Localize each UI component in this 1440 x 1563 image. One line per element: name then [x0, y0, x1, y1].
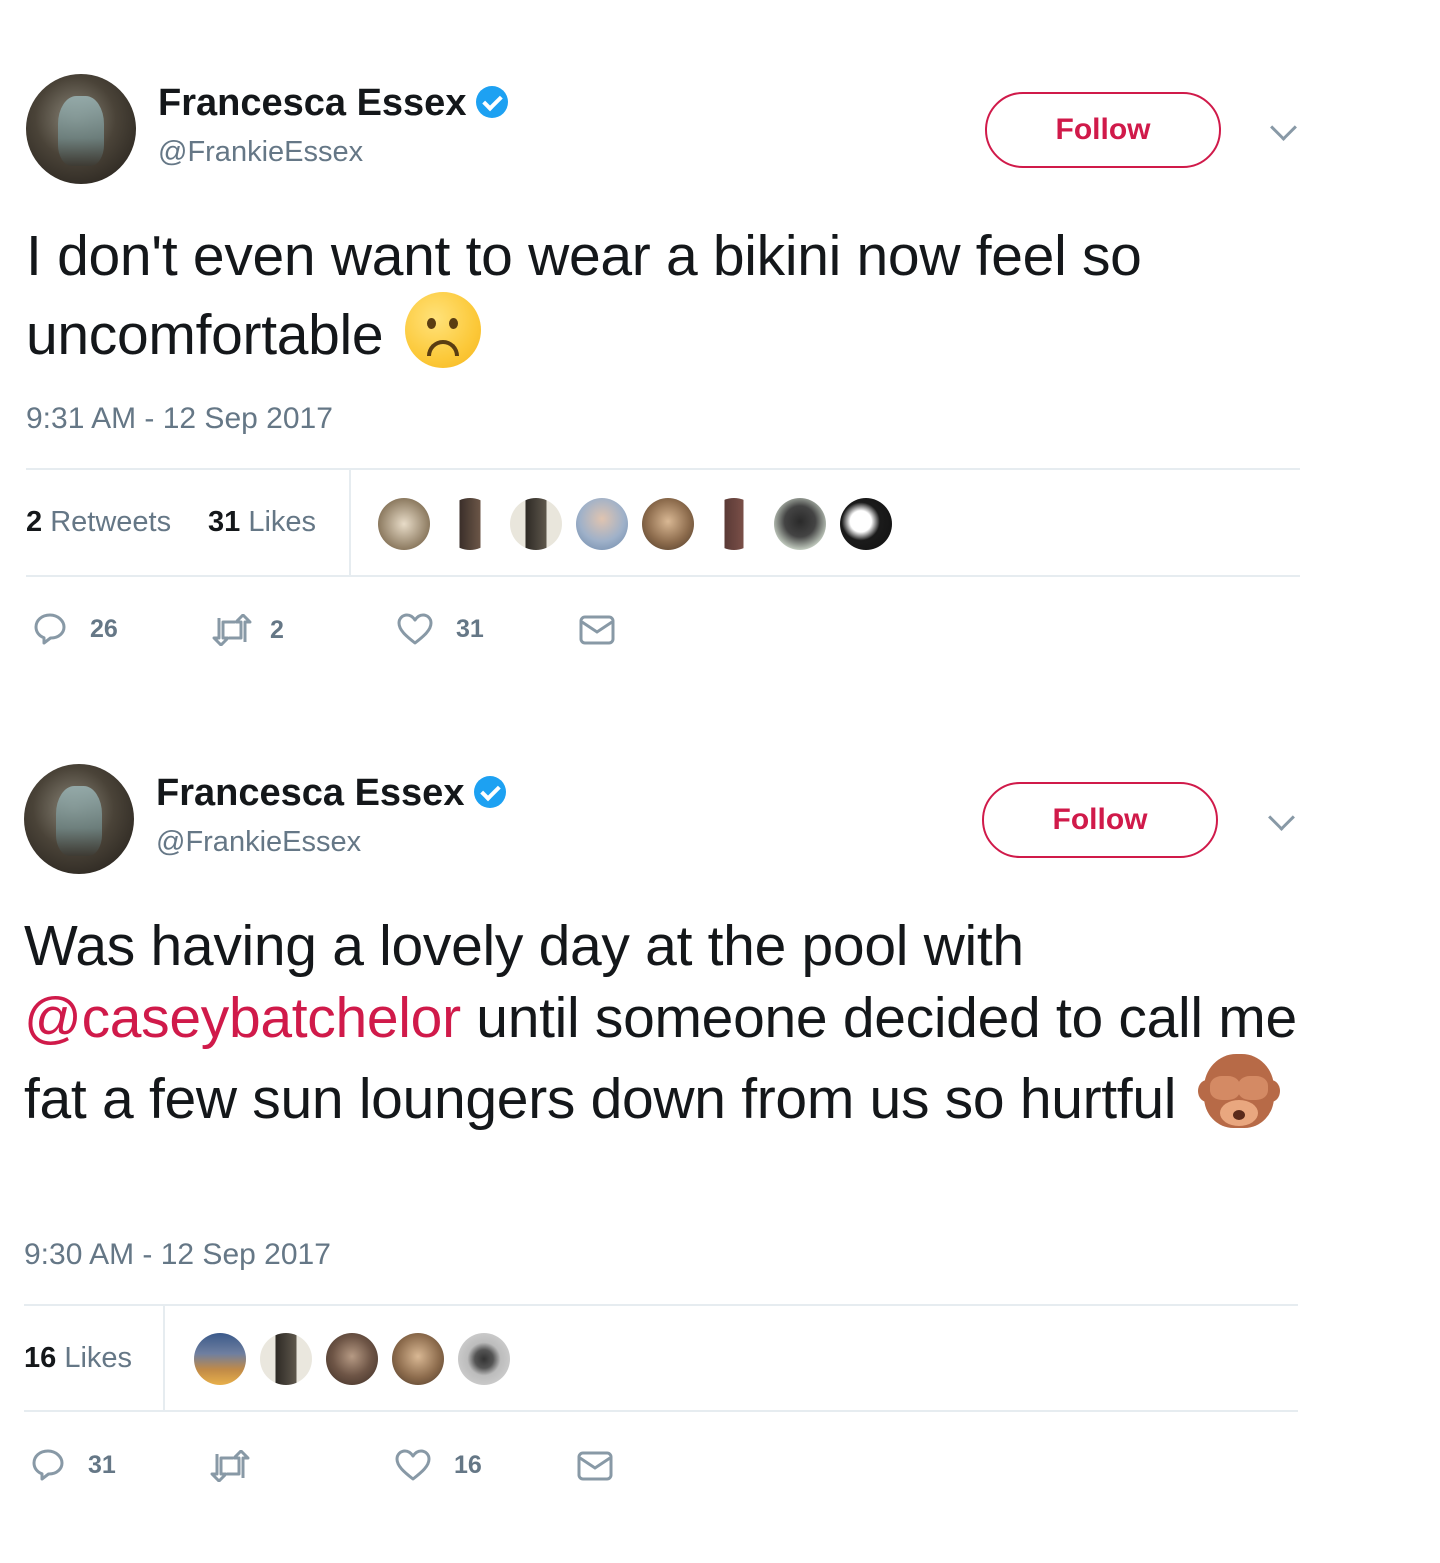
likes-stat[interactable]: 31 Likes	[208, 506, 316, 539]
tweet-text: I don't even want to wear a bikini now f…	[26, 220, 1316, 371]
divider	[24, 1410, 1298, 1412]
reply-action[interactable]: 31	[30, 1448, 116, 1482]
liker-avatar[interactable]	[444, 498, 496, 550]
author-handle[interactable]: @FrankieEssex	[156, 826, 361, 859]
tweet-timestamp[interactable]: 9:31 AM - 12 Sep 2017	[26, 402, 333, 436]
liker-avatar[interactable]	[840, 498, 892, 550]
liker-avatar[interactable]	[708, 498, 760, 550]
liker-avatar[interactable]	[510, 498, 562, 550]
follow-button[interactable]: Follow	[982, 782, 1218, 858]
author-handle[interactable]: @FrankieEssex	[158, 136, 363, 169]
author-name-text: Francesca Essex	[156, 772, 465, 814]
likes-count: 31	[208, 506, 241, 538]
like-action[interactable]: 31	[396, 612, 484, 646]
reply-count: 31	[88, 1450, 116, 1479]
divider	[349, 470, 351, 576]
retweet-count: 2	[270, 615, 284, 644]
mention-link[interactable]: @caseybatchelor	[24, 986, 461, 1050]
likes-label: Likes	[248, 506, 317, 538]
verified-badge-icon	[474, 776, 507, 808]
like-count: 16	[454, 1450, 482, 1479]
liker-avatar[interactable]	[774, 498, 826, 550]
tweet-text-before: Was having a lovely day at the pool with	[24, 914, 1024, 978]
tweet-text-body: I don't even want to wear a bikini now f…	[26, 224, 1142, 367]
author-avatar[interactable]	[24, 764, 134, 874]
retweets-label: Retweets	[50, 506, 172, 538]
divider	[26, 468, 1300, 470]
heart-icon	[394, 1448, 432, 1482]
likes-stat[interactable]: 16 Likes	[24, 1342, 132, 1375]
retweet-icon	[208, 1450, 252, 1482]
envelope-icon	[578, 614, 616, 646]
likes-count: 16	[24, 1342, 57, 1374]
author-avatar[interactable]	[26, 74, 136, 184]
reply-action[interactable]: 26	[32, 612, 118, 646]
retweet-icon	[210, 614, 254, 646]
liker-avatar[interactable]	[260, 1333, 312, 1385]
retweet-action[interactable]: 2	[210, 614, 284, 646]
liker-avatar[interactable]	[392, 1333, 444, 1385]
direct-message-action[interactable]	[578, 614, 616, 646]
direct-message-action[interactable]	[576, 1450, 614, 1482]
like-count: 31	[456, 614, 484, 643]
tweet-text: Was having a lovely day at the pool with…	[24, 910, 1324, 1135]
retweets-count: 2	[26, 506, 43, 538]
retweet-action[interactable]	[208, 1450, 268, 1482]
follow-button[interactable]: Follow	[985, 92, 1221, 168]
reply-count: 26	[90, 614, 118, 643]
liker-avatar[interactable]	[378, 498, 430, 550]
retweets-stat[interactable]: 2 Retweets	[26, 506, 171, 539]
reply-icon	[30, 1448, 66, 1482]
like-action[interactable]: 16	[394, 1448, 482, 1482]
tweet-timestamp[interactable]: 9:30 AM - 12 Sep 2017	[24, 1238, 331, 1272]
frowning-face-emoji-icon	[405, 292, 482, 368]
likes-label: Likes	[64, 1342, 133, 1374]
liker-avatar[interactable]	[458, 1333, 510, 1385]
reply-icon	[32, 612, 68, 646]
heart-icon	[396, 612, 434, 646]
liker-avatar[interactable]	[576, 498, 628, 550]
author-name[interactable]: Francesca Essex	[156, 772, 507, 815]
author-name-text: Francesca Essex	[158, 82, 467, 124]
author-name[interactable]: Francesca Essex	[158, 82, 509, 125]
see-no-evil-monkey-emoji-icon	[1198, 1054, 1281, 1130]
envelope-icon	[576, 1450, 614, 1482]
chevron-down-icon[interactable]	[1270, 114, 1297, 141]
verified-badge-icon	[476, 86, 509, 118]
divider	[26, 575, 1300, 577]
divider	[163, 1306, 165, 1412]
liker-avatar[interactable]	[326, 1333, 378, 1385]
divider	[24, 1304, 1298, 1306]
chevron-down-icon[interactable]	[1268, 804, 1295, 831]
liker-avatar[interactable]	[194, 1333, 246, 1385]
liker-avatar[interactable]	[642, 498, 694, 550]
